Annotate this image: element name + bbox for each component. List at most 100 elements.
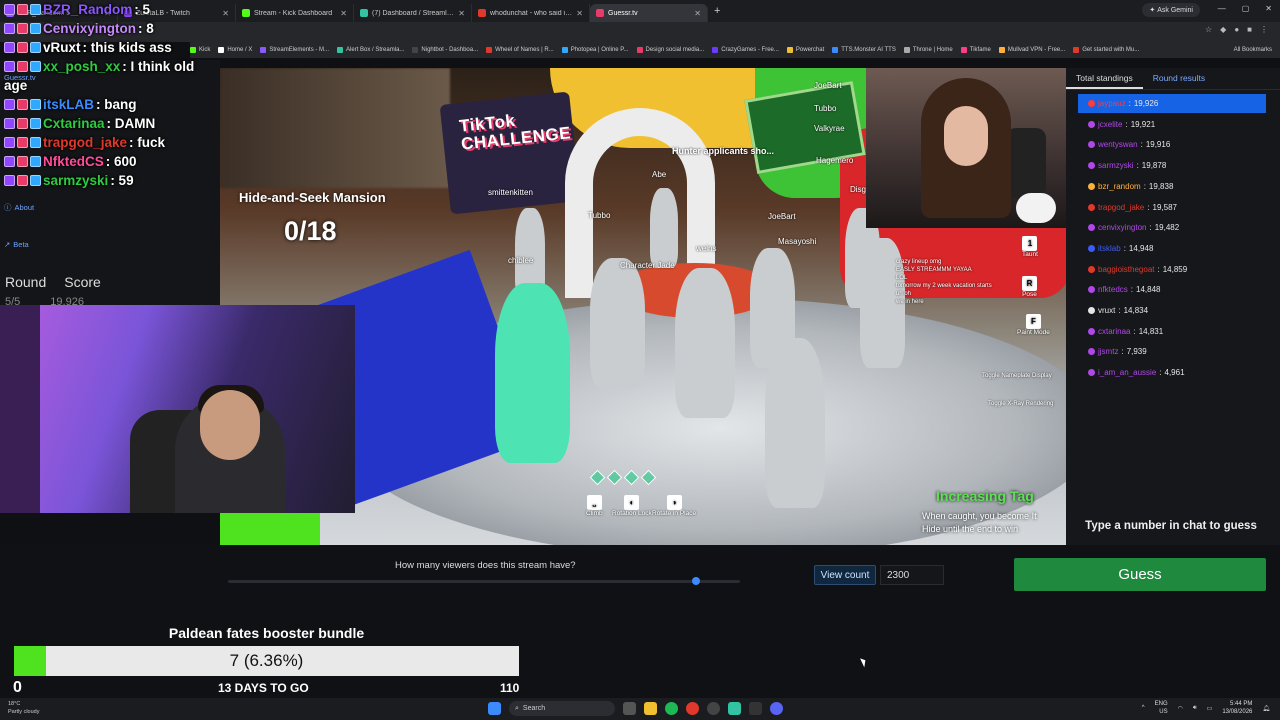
menu-icon[interactable]: ⋮ <box>1260 25 1268 34</box>
extension-icon[interactable]: ◆ <box>1220 25 1226 34</box>
bookmark-label: Design social media... <box>645 47 705 53</box>
chat-text: : bang <box>96 97 137 112</box>
type-hint: Type a number in chat to guess <box>1085 520 1257 532</box>
bookmark-item[interactable]: StreamElements - M... <box>260 47 329 53</box>
task-view-icon[interactable] <box>623 702 636 715</box>
bookmark-item[interactable]: Home / X <box>218 47 252 53</box>
standings-row[interactable]: jjsmtz:7,939 <box>1078 342 1266 361</box>
close-icon[interactable]: ✕ <box>458 9 465 18</box>
chat-message: Cxtarinaa: DAMN <box>4 116 155 131</box>
bookmark-item[interactable]: Get started with Mu... <box>1073 47 1139 53</box>
notification-icon[interactable]: 🔔︎ <box>1262 705 1270 712</box>
file-explorer-icon[interactable] <box>644 702 657 715</box>
chat-username: BZR_Random <box>43 2 133 17</box>
view-count-button[interactable]: View count <box>814 565 876 585</box>
bookmark-item[interactable]: Wheel of Names | R... <box>486 47 554 53</box>
standings-row[interactable]: itsklab:14,948 <box>1078 239 1266 258</box>
bookmark-item[interactable]: Nightbot - Dashboa... <box>412 47 478 53</box>
about-link[interactable]: ⓘ About <box>4 202 34 213</box>
maximize-icon[interactable]: ▢ <box>1242 4 1250 13</box>
battery-icon[interactable]: ▭ <box>1207 705 1213 712</box>
weather-widget[interactable]: 18°C Partly cloudy <box>8 700 40 716</box>
close-window-icon[interactable]: ✕ <box>1265 4 1272 13</box>
bookmark-item[interactable]: Mullvad VPN - Free... <box>998 47 1065 53</box>
standings-row[interactable]: i_am_an_aussie:4,961 <box>1078 363 1266 382</box>
standings-score: 19,482 <box>1154 223 1180 233</box>
chat-message: sarmzyski: 59 <box>4 173 134 188</box>
bookmark-item[interactable]: Alert Box / Streamla... <box>337 47 404 53</box>
standings-row[interactable]: nfktedcs:14,848 <box>1078 280 1266 299</box>
spotify-icon[interactable] <box>665 702 678 715</box>
taskbar-search[interactable]: ⌕ Search <box>509 701 615 716</box>
close-icon[interactable]: ✕ <box>340 9 347 18</box>
close-icon[interactable]: ✕ <box>576 9 583 18</box>
address-bar: ☆ ◆ ● ■ ⋮ <box>0 22 1280 42</box>
separator: : <box>1121 347 1124 357</box>
standings-row[interactable]: cenvixyington:19,482 <box>1078 218 1266 237</box>
goal-progress-bar: 7 (6.36%) <box>14 646 519 676</box>
streamlabs-icon[interactable] <box>728 702 741 715</box>
standings-row[interactable]: cxtarinaa:14,831 <box>1078 322 1266 341</box>
discord-icon[interactable] <box>770 702 783 715</box>
bookmark-item[interactable]: Tikfame <box>960 47 991 53</box>
bookmark-item[interactable]: Kick <box>190 47 210 53</box>
new-tab-icon[interactable]: + <box>714 5 720 17</box>
standings-row[interactable]: vruxt:14,834 <box>1078 301 1266 320</box>
minimize-icon[interactable]: — <box>1218 4 1226 13</box>
volume-icon[interactable]: 🔊︎ <box>1193 705 1197 712</box>
mode-title: Increasing Tag <box>936 488 1034 504</box>
extension-icon[interactable]: ● <box>1234 25 1239 34</box>
bookmark-item[interactable]: CrazyGames - Free... <box>712 47 779 53</box>
chat-text: : 59 <box>110 173 134 188</box>
guess-slider[interactable] <box>228 577 740 585</box>
player-nametag: Tubbo <box>814 104 837 113</box>
bookmark-favicon-icon <box>218 47 225 53</box>
tab-item[interactable]: Stream - Kick Dashboard ✕ <box>236 4 354 22</box>
mouse-icon: ◑ <box>666 495 682 510</box>
platform-icon <box>1088 100 1095 107</box>
standings-row[interactable]: baggioisthegoat:14,859 <box>1078 260 1266 279</box>
app-icon[interactable] <box>749 702 762 715</box>
close-icon[interactable]: ✕ <box>694 9 701 18</box>
ask-gemini-button[interactable]: ✦ Ask Gemini <box>1142 3 1200 17</box>
chat-badge-icon <box>30 156 41 167</box>
star-icon[interactable]: ☆ <box>1205 25 1212 34</box>
beta-link[interactable]: ↗ Beta <box>4 240 29 249</box>
obs-icon[interactable] <box>707 702 720 715</box>
standings-score: 19,926 <box>1133 99 1159 108</box>
clock[interactable]: 5:44 PM 13/08/2026 <box>1222 700 1252 716</box>
tab-item[interactable]: whodunchat - who said it in yo ✕ <box>472 4 590 22</box>
tab-total-standings[interactable]: Total standings <box>1066 68 1143 89</box>
slider-knob[interactable] <box>691 577 700 585</box>
language-indicator[interactable]: ENG US <box>1155 700 1168 716</box>
bookmark-item[interactable]: Throne | Home <box>903 47 953 53</box>
view-count-input[interactable] <box>880 565 944 585</box>
date: 13/08/2026 <box>1222 709 1253 715</box>
guess-button[interactable]: Guess <box>1014 558 1266 591</box>
all-bookmarks-link[interactable]: All Bookmarks <box>1234 47 1280 53</box>
close-icon[interactable]: ✕ <box>222 9 229 18</box>
extension-icon[interactable]: ■ <box>1247 25 1252 34</box>
standings-row[interactable]: sarmzyski:19,878 <box>1078 156 1266 175</box>
bookmark-item[interactable]: Design social media... <box>636 47 705 53</box>
bookmark-item[interactable]: Powerchat <box>786 47 824 53</box>
standings-score: 19,921 <box>1130 119 1156 129</box>
windows-start-icon[interactable] <box>488 702 501 715</box>
standings-row[interactable]: jaypauz:19,926 <box>1078 94 1266 113</box>
standings-row[interactable]: trapgod_jake:19,587 <box>1078 198 1266 217</box>
tab-round-results[interactable]: Round results <box>1143 68 1215 89</box>
standings-name: sarmzyski <box>1098 161 1134 171</box>
chat-badge-icon <box>4 61 15 72</box>
standings-row[interactable]: jcxelite:19,921 <box>1078 115 1266 134</box>
standings-row[interactable]: bzr_random:19,838 <box>1078 177 1266 196</box>
wifi-icon[interactable]: ◠ <box>1178 705 1183 712</box>
streamer-webcam-left <box>0 305 355 513</box>
bookmark-item[interactable]: TTS.Monster AI TTS <box>832 47 896 53</box>
chevron-up-icon[interactable]: ^ <box>1142 705 1145 711</box>
climb-hint: ⎵ Climb <box>586 495 603 517</box>
standings-row[interactable]: wentyswan:19,916 <box>1078 135 1266 154</box>
chrome-icon[interactable] <box>686 702 699 715</box>
bookmark-item[interactable]: Photopea | Online P... <box>561 47 629 53</box>
tab-item[interactable]: (7) Dashboard / Streamlabs ✕ <box>354 4 472 22</box>
tab-item-active[interactable]: Guessr.tv ✕ <box>590 4 708 22</box>
